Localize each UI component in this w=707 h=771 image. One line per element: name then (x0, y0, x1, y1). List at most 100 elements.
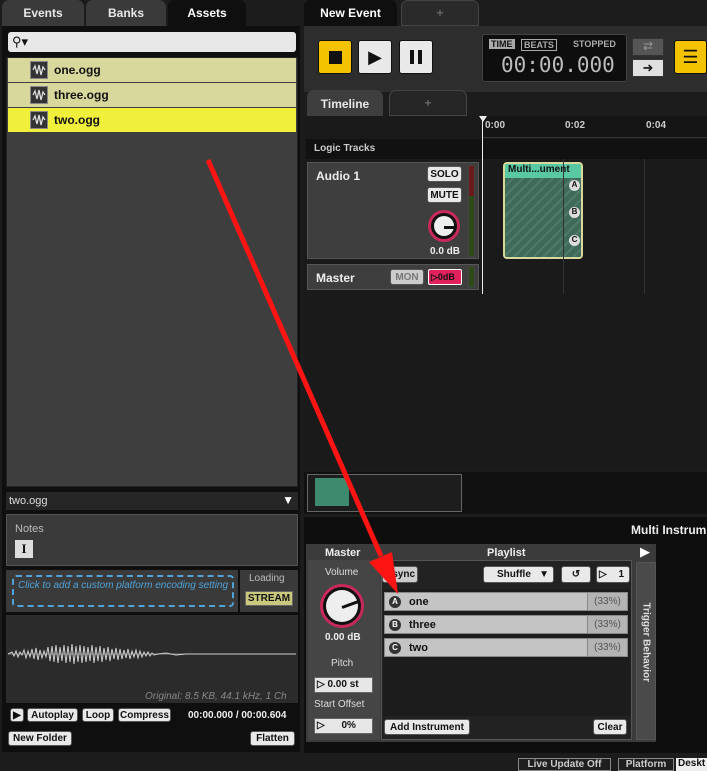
new-folder-button[interactable]: New Folder (8, 731, 72, 746)
list-view-button[interactable]: ☰ (674, 40, 707, 74)
list-icon: ☰ (682, 46, 699, 67)
playlist-name: two (409, 641, 428, 654)
desktop-tab[interactable]: Deskt (676, 758, 707, 771)
pause-icon (410, 50, 422, 64)
timeline-tab[interactable]: Timeline (307, 90, 383, 118)
add-instrument-button[interactable]: Add Instrument (384, 719, 470, 735)
platform-tab[interactable]: Platform (618, 758, 674, 771)
beats-mode-button[interactable]: BEATS (521, 39, 557, 51)
master-value: 0dB (437, 272, 455, 282)
shuffle-dropdown[interactable]: Shuffle ▼ (483, 566, 554, 583)
search-box[interactable]: ⚲▾ (8, 32, 296, 52)
loop-button[interactable]: Loop (82, 708, 114, 722)
asset-detail-name: two.ogg (9, 495, 48, 507)
overview-viewport[interactable] (307, 474, 462, 512)
loading-panel: Loading STREAM (240, 570, 298, 612)
mute-button[interactable]: MUTE (427, 187, 462, 203)
text-cursor-icon[interactable]: I (15, 540, 33, 558)
track-name: Audio 1 (316, 169, 360, 183)
search-input[interactable] (36, 34, 286, 50)
asset-row[interactable]: one.ogg (8, 58, 296, 82)
volume-value: 0.00 dB (325, 632, 361, 643)
play-icon: ▶ (368, 46, 382, 67)
volume-label: Volume (325, 567, 359, 578)
deck-expand-icon[interactable]: ▶ (640, 544, 650, 560)
instrument-slot: C (569, 235, 580, 246)
playlist-name: one (409, 595, 429, 608)
live-update-button[interactable]: Live Update Off (518, 758, 611, 771)
mon-button[interactable]: MON (390, 269, 424, 285)
asset-row-selected[interactable]: two.ogg (8, 108, 296, 132)
ruler-tick: 0:00 (485, 120, 506, 131)
waveform-icon (30, 61, 48, 79)
editor-tab-add[interactable]: + (401, 0, 479, 26)
playlist-name: three (409, 618, 436, 631)
track-meter (468, 165, 475, 257)
flatten-button[interactable]: Flatten (250, 731, 295, 746)
transport-state: STOPPED (573, 39, 616, 49)
left-tab-events[interactable]: Events (2, 0, 84, 26)
playlist-pct: (33%) (587, 593, 627, 610)
stop-icon (328, 50, 342, 64)
asset-name: two.ogg (54, 113, 100, 127)
loop-mode-button[interactable]: ↺ (561, 566, 591, 583)
pitch-field[interactable]: ▷ 0.00 st (314, 677, 373, 693)
left-tab-assets[interactable]: Assets (168, 0, 246, 26)
collapse-triangle-icon[interactable]: ▼ (282, 493, 294, 507)
playlist-item[interactable]: Ctwo (33%) (384, 638, 628, 657)
playlist-item[interactable]: Aone (33%) (384, 592, 628, 611)
solo-button[interactable]: SOLO (427, 166, 462, 182)
playlist-letter: B (389, 618, 401, 631)
logic-tracks-label: Logic Tracks (314, 143, 376, 154)
track-volume-knob[interactable] (428, 210, 460, 242)
loop-toggle-button[interactable]: ⇄ (632, 38, 664, 56)
compress-button[interactable]: Compress (118, 708, 171, 722)
playhead[interactable] (482, 116, 483, 294)
pause-button[interactable] (399, 40, 433, 74)
deck-header: Multi Instrum (631, 523, 707, 537)
master-name: Master (316, 271, 355, 285)
waveform-icon (30, 111, 48, 129)
left-tab-banks[interactable]: Banks (86, 0, 166, 26)
notes-label: Notes (15, 523, 44, 535)
editor-tab-new-event[interactable]: New Event (304, 0, 397, 26)
trigger-behavior-panel[interactable]: Trigger Behavior (636, 562, 656, 740)
asset-name: three.ogg (54, 88, 109, 102)
time-mode-button[interactable]: TIME (489, 39, 515, 49)
platform-encoding-hint[interactable]: Click to add a custom platform encoding … (12, 575, 234, 607)
start-offset-value: 0% (341, 720, 356, 731)
asset-row[interactable]: three.ogg (8, 83, 296, 107)
timeline-tab-add[interactable]: + (389, 90, 467, 116)
instrument-module[interactable]: Multi...ument A B C (503, 162, 583, 259)
deck-master-label: Master (325, 547, 361, 559)
volume-knob[interactable] (320, 584, 364, 628)
waveform-graphic (7, 643, 296, 665)
pitch-label: Pitch (331, 658, 354, 669)
transport-time: 00:00.000 (501, 53, 615, 77)
playlist-pct: (33%) (587, 639, 627, 656)
instrument-slot: A (569, 180, 580, 191)
autoplay-button[interactable]: Autoplay (27, 708, 78, 722)
start-offset-field[interactable]: ▷ 0% (314, 718, 373, 734)
grid-line (563, 159, 564, 294)
async-button[interactable]: Async (382, 566, 418, 583)
play-transport-button[interactable]: ▶ (358, 40, 392, 74)
asset-name: one.ogg (54, 63, 101, 77)
asset-detail-header[interactable]: two.ogg ▼ (6, 492, 298, 510)
playlist-letter: A (389, 595, 401, 608)
playlist-pct: (33%) (587, 616, 627, 633)
count-field[interactable]: ▷ 1 (596, 566, 630, 583)
playlist-item[interactable]: Bthree (33%) (384, 615, 628, 634)
stream-button[interactable]: STREAM (245, 591, 293, 606)
master-volume-slider[interactable]: ▷0dB (428, 269, 462, 285)
overview-clip (315, 478, 349, 506)
play-button[interactable]: ▶ (10, 708, 24, 722)
ruler-tick: 0:02 (565, 120, 586, 131)
clear-button[interactable]: Clear (593, 719, 627, 735)
timeline-ruler[interactable]: 0:00 0:02 0:04 (483, 116, 707, 138)
pitch-value: 0.00 st (327, 679, 359, 690)
search-icon: ⚲▾ (12, 34, 29, 49)
loading-label: Loading (249, 573, 285, 584)
stop-button[interactable] (318, 40, 352, 74)
follow-button[interactable]: ➜ (632, 59, 664, 77)
